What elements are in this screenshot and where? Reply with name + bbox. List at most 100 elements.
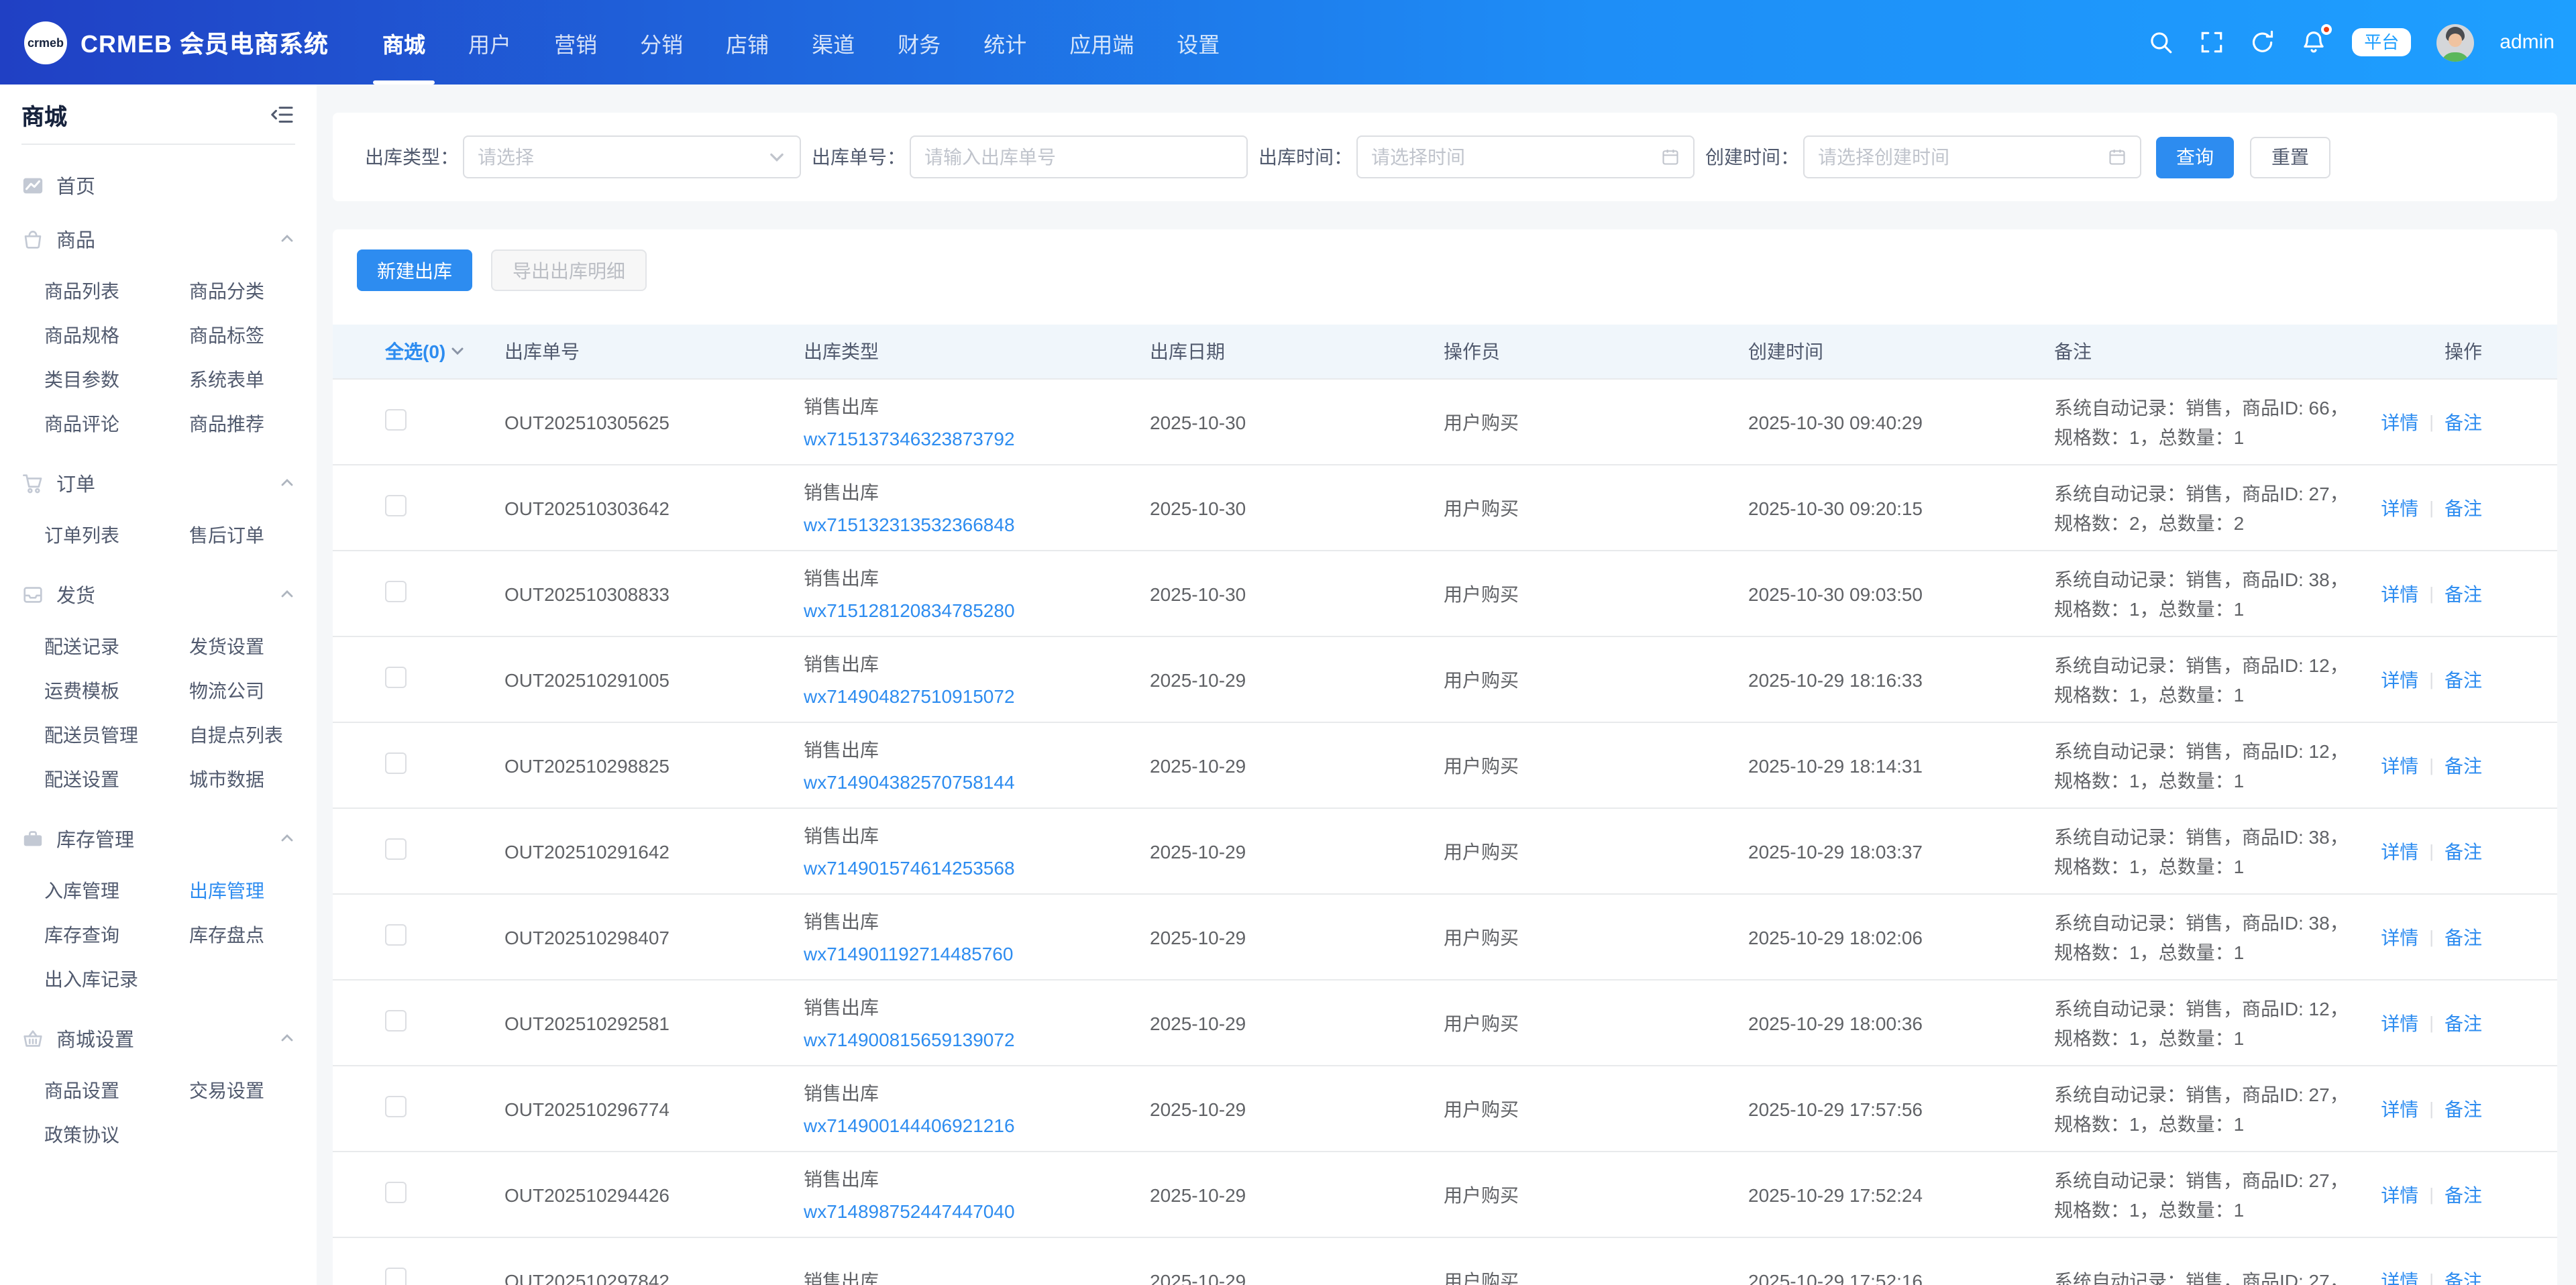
refresh-icon[interactable] [2250, 30, 2275, 55]
sidebar-subitem[interactable]: 商品规格 [44, 321, 119, 348]
nav-tab[interactable]: 营销 [533, 0, 619, 85]
nav-tab[interactable]: 商城 [361, 0, 447, 85]
nav-tab[interactable]: 分销 [619, 0, 704, 85]
sidebar-subitem[interactable]: 物流公司 [189, 677, 264, 704]
sidebar-subitem[interactable]: 配送记录 [44, 632, 119, 659]
detail-link[interactable]: 详情 [2381, 666, 2418, 693]
source-order-link[interactable]: wx714898752447447040 [804, 1194, 1150, 1227]
remark-link[interactable]: 备注 [2445, 494, 2482, 521]
platform-badge[interactable]: 平台 [2352, 28, 2411, 56]
outbound-type-select[interactable]: 请选择 [463, 135, 801, 178]
sidebar-group-header[interactable]: 商城设置 [0, 1011, 317, 1065]
sidebar-subitem[interactable]: 系统表单 [189, 366, 264, 392]
nav-tab[interactable]: 用户 [447, 0, 533, 85]
remark-link[interactable]: 备注 [2445, 408, 2482, 435]
source-order-link[interactable]: wx714901574614253568 [804, 851, 1150, 883]
remark-link[interactable]: 备注 [2445, 666, 2482, 693]
orderno-input[interactable] [910, 135, 1248, 178]
create-time-picker[interactable]: 请选择创建时间 [1803, 135, 2141, 178]
row-checkbox[interactable] [385, 409, 407, 431]
sidebar-subitem[interactable]: 类目参数 [44, 366, 119, 392]
sidebar-subitem[interactable]: 自提点列表 [189, 721, 283, 748]
sidebar-subitem[interactable]: 配送设置 [44, 765, 119, 792]
create-outbound-button[interactable]: 新建出库 [357, 249, 472, 291]
row-checkbox[interactable] [385, 581, 407, 602]
remark-link[interactable]: 备注 [2445, 752, 2482, 779]
nav-tab[interactable]: 应用端 [1048, 0, 1155, 85]
row-checkbox[interactable] [385, 495, 407, 516]
remark-link[interactable]: 备注 [2445, 580, 2482, 607]
sidebar-subitem[interactable]: 出库管理 [189, 877, 264, 903]
notifications-bell-icon[interactable] [2301, 30, 2326, 55]
sidebar-group-header[interactable]: 发货 [0, 567, 317, 621]
sidebar-subitem[interactable]: 商品评论 [44, 410, 119, 437]
detail-link[interactable]: 详情 [2381, 838, 2418, 864]
nav-tab[interactable]: 统计 [962, 0, 1048, 85]
row-checkbox[interactable] [385, 667, 407, 688]
select-all-dropdown[interactable]: 全选(0) [385, 338, 504, 365]
source-order-link[interactable]: wx714901192714485760 [804, 937, 1150, 969]
username[interactable]: admin [2500, 31, 2555, 54]
sidebar-subitem[interactable]: 交易设置 [189, 1076, 264, 1103]
nav-tab[interactable]: 设置 [1155, 0, 1241, 85]
row-checkbox[interactable] [385, 1096, 407, 1117]
detail-link[interactable]: 详情 [2381, 580, 2418, 607]
sidebar-group-header[interactable]: 首页 [0, 158, 317, 212]
sidebar-subitem[interactable]: 商品标签 [189, 321, 264, 348]
sidebar-subitem[interactable]: 出入库记录 [44, 965, 138, 992]
outbound-time-picker[interactable]: 请选择时间 [1356, 135, 1695, 178]
sidebar-subitem[interactable]: 运费模板 [44, 677, 119, 704]
row-checkbox[interactable] [385, 752, 407, 774]
sidebar-subitem[interactable]: 订单列表 [44, 521, 119, 548]
sidebar-subitem[interactable]: 商品推荐 [189, 410, 264, 437]
source-order-link[interactable]: wx714900144406921216 [804, 1109, 1150, 1141]
source-order-link[interactable]: wx714900815659139072 [804, 1023, 1150, 1055]
reset-button[interactable]: 重置 [2250, 136, 2330, 178]
source-order-link[interactable]: wx714904827510915072 [804, 679, 1150, 712]
sidebar-subitem[interactable]: 政策协议 [44, 1121, 119, 1148]
sidebar-subitem[interactable]: 库存查询 [44, 921, 119, 948]
source-order-link[interactable]: wx715137346323873792 [804, 422, 1150, 454]
row-checkbox[interactable] [385, 1010, 407, 1031]
sidebar-subitem[interactable]: 库存盘点 [189, 921, 264, 948]
nav-tab[interactable]: 渠道 [790, 0, 876, 85]
detail-link[interactable]: 详情 [2381, 1095, 2418, 1122]
remark-link[interactable]: 备注 [2445, 924, 2482, 950]
sidebar-subitem[interactable]: 城市数据 [189, 765, 264, 792]
avatar[interactable] [2436, 23, 2474, 61]
remark-link[interactable]: 备注 [2445, 1009, 2482, 1036]
sidebar-subitem[interactable]: 入库管理 [44, 877, 119, 903]
sidebar-collapse-icon[interactable] [270, 103, 295, 125]
sidebar-subitem[interactable]: 商品设置 [44, 1076, 119, 1103]
row-checkbox[interactable] [385, 1268, 407, 1285]
detail-link[interactable]: 详情 [2381, 924, 2418, 950]
detail-link[interactable]: 详情 [2381, 494, 2418, 521]
detail-link[interactable]: 详情 [2381, 1181, 2418, 1208]
detail-link[interactable]: 详情 [2381, 1009, 2418, 1036]
detail-link[interactable]: 详情 [2381, 408, 2418, 435]
sidebar-subitem[interactable]: 配送员管理 [44, 721, 138, 748]
export-outbound-button[interactable]: 导出出库明细 [491, 249, 647, 291]
fullscreen-icon[interactable] [2199, 30, 2224, 55]
nav-tab[interactable]: 店铺 [704, 0, 790, 85]
search-button[interactable]: 查询 [2156, 136, 2234, 178]
source-order-link[interactable]: wx714904382570758144 [804, 765, 1150, 797]
row-checkbox[interactable] [385, 1182, 407, 1203]
row-checkbox[interactable] [385, 838, 407, 860]
sidebar-subitem[interactable]: 售后订单 [189, 521, 264, 548]
detail-link[interactable]: 详情 [2381, 1267, 2418, 1285]
sidebar-group-header[interactable]: 订单 [0, 456, 317, 510]
remark-link[interactable]: 备注 [2445, 1181, 2482, 1208]
sidebar-subitem[interactable]: 商品分类 [189, 277, 264, 304]
sidebar-group-header[interactable]: 库存管理 [0, 812, 317, 865]
nav-tab[interactable]: 财务 [876, 0, 962, 85]
remark-link[interactable]: 备注 [2445, 838, 2482, 864]
detail-link[interactable]: 详情 [2381, 752, 2418, 779]
search-icon[interactable] [2148, 30, 2174, 55]
sidebar-subitem[interactable]: 发货设置 [189, 632, 264, 659]
source-order-link[interactable]: wx715132313532366848 [804, 508, 1150, 540]
remark-link[interactable]: 备注 [2445, 1095, 2482, 1122]
sidebar-group-header[interactable]: 商品 [0, 212, 317, 266]
source-order-link[interactable]: wx715128120834785280 [804, 594, 1150, 626]
remark-link[interactable]: 备注 [2445, 1267, 2482, 1285]
